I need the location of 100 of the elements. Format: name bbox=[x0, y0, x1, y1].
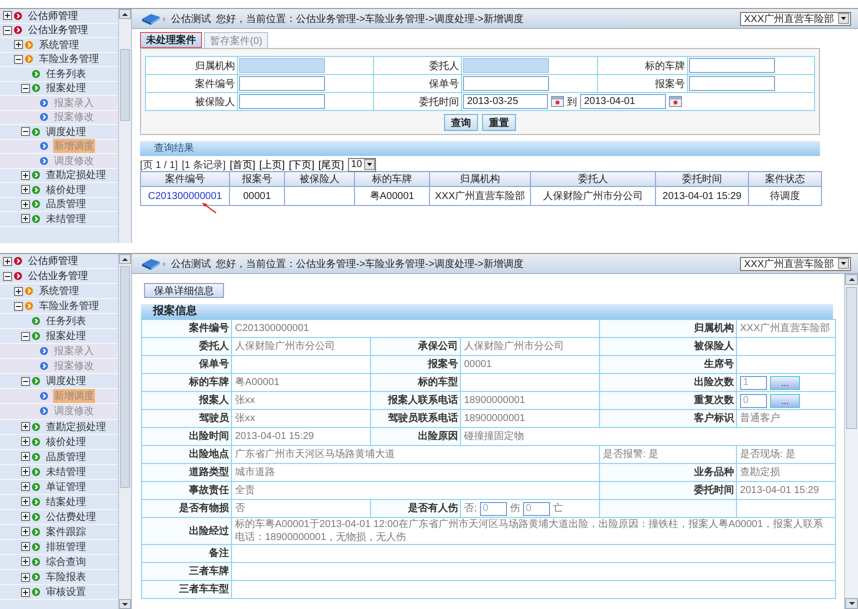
range-separator: 到 bbox=[567, 96, 577, 108]
tree-item[interactable]: 调度处理 bbox=[0, 125, 118, 140]
lookup-button[interactable]: ... bbox=[770, 376, 800, 390]
expand-icon[interactable] bbox=[21, 170, 30, 180]
expand-icon[interactable] bbox=[21, 527, 30, 536]
tree-item[interactable]: 报案处理 bbox=[0, 82, 118, 96]
collapse-icon[interactable] bbox=[3, 26, 12, 35]
collapse-icon[interactable] bbox=[21, 127, 30, 136]
tree-item[interactable]: 车险业务管理 bbox=[0, 52, 118, 67]
pager-link[interactable]: [上页] bbox=[259, 158, 285, 172]
tree-item[interactable]: 未结管理 bbox=[0, 464, 118, 480]
expand-icon[interactable] bbox=[3, 256, 12, 266]
tree-item[interactable]: 排班管理 bbox=[0, 540, 118, 555]
scrollbar[interactable] bbox=[118, 254, 131, 609]
field-label: 出险原因 bbox=[370, 428, 460, 446]
tree-item[interactable]: 案件跟踪 bbox=[0, 524, 118, 540]
column-header: 被保险人 bbox=[284, 172, 354, 186]
tree-item[interactable]: 公估业务管理 bbox=[0, 269, 118, 284]
collapse-icon[interactable] bbox=[14, 302, 23, 311]
tree-item[interactable]: 品质管理 bbox=[0, 198, 118, 212]
page-size-select[interactable]: 10 bbox=[348, 158, 376, 172]
date-field[interactable]: 2013-04-01 bbox=[580, 94, 666, 109]
tree-item[interactable]: 公估师管理 bbox=[0, 254, 118, 270]
branch-select[interactable]: XXX广州直营车险部 bbox=[740, 256, 851, 270]
expand-icon[interactable] bbox=[21, 185, 30, 194]
tree-item[interactable]: 核价处理 bbox=[0, 183, 118, 198]
tree-item[interactable]: 系统管理 bbox=[0, 38, 118, 52]
tree-item[interactable]: 结案处理 bbox=[0, 494, 118, 510]
lookup-button[interactable]: ... bbox=[770, 394, 800, 408]
expand-icon[interactable] bbox=[21, 572, 30, 582]
collapse-icon[interactable] bbox=[3, 272, 12, 281]
pager-link[interactable]: [尾页] bbox=[318, 158, 344, 172]
branch-select[interactable]: XXX广州直营车险部 bbox=[740, 12, 851, 26]
tab[interactable]: 未处理案件 bbox=[140, 32, 202, 48]
pager-link[interactable]: [首页] bbox=[230, 158, 256, 172]
field-value: 人保财险广州市分公司 bbox=[460, 338, 600, 356]
tree-item[interactable]: 核价处理 bbox=[0, 434, 118, 450]
tree-item[interactable]: 任务列表 bbox=[0, 67, 118, 82]
scrollbar[interactable] bbox=[118, 9, 131, 243]
field-label: 报案号 bbox=[370, 356, 460, 374]
expand-icon[interactable] bbox=[21, 588, 30, 597]
tree-item[interactable]: 查勘定损处理 bbox=[0, 168, 118, 183]
field-label: 委托人 bbox=[374, 56, 462, 74]
tree-item[interactable]: 未结管理 bbox=[0, 212, 118, 226]
tree-item[interactable]: 任务列表 bbox=[0, 314, 118, 330]
bullet-icon bbox=[32, 573, 40, 581]
collapse-icon[interactable] bbox=[21, 332, 30, 341]
form-button[interactable]: 重置 bbox=[482, 114, 516, 131]
text-field[interactable] bbox=[689, 58, 775, 73]
tree-item[interactable]: 系统管理 bbox=[0, 284, 118, 300]
expand-icon[interactable] bbox=[21, 467, 30, 476]
expand-icon[interactable] bbox=[21, 512, 30, 522]
tree-item[interactable]: 报案处理 bbox=[0, 329, 118, 344]
scrollbar[interactable] bbox=[844, 274, 858, 609]
field-value: 粤A00001 bbox=[232, 374, 370, 392]
field-value: 标的车粤A00001于2013-04-01 12:00在广东省广州市天河区马场路黄埔大道出险，出险原因：撞铁柱，报案人粤A00001，报案人联系电话：18900000001，无物损，无人伤 bbox=[232, 518, 836, 544]
expand-icon[interactable] bbox=[21, 422, 30, 432]
form-button[interactable]: 查询 bbox=[444, 114, 478, 131]
expand-icon[interactable] bbox=[21, 214, 30, 224]
action-button[interactable]: 保单详细信息 bbox=[144, 283, 224, 298]
field-label: 业务品种 bbox=[600, 464, 737, 482]
field-value: 否; bbox=[464, 502, 477, 515]
tree-item[interactable]: 调度处理 bbox=[0, 374, 118, 390]
tree-item[interactable]: 公估师管理 bbox=[0, 9, 118, 24]
tree-item[interactable]: 公估业务管理 bbox=[0, 24, 118, 38]
tree-item[interactable]: 车险报表 bbox=[0, 570, 118, 586]
expand-icon[interactable] bbox=[21, 200, 30, 209]
expand-icon[interactable] bbox=[21, 557, 30, 566]
expand-icon[interactable] bbox=[21, 437, 30, 446]
tree-item[interactable]: 查勘定损处理 bbox=[0, 420, 118, 435]
bullet-icon bbox=[32, 588, 40, 596]
expand-icon[interactable] bbox=[3, 11, 12, 20]
bullet-icon bbox=[40, 156, 48, 165]
tree-item[interactable]: 综合查询 bbox=[0, 554, 118, 570]
tree-item[interactable]: 品质管理 bbox=[0, 450, 118, 465]
expand-icon[interactable] bbox=[21, 497, 30, 506]
table-cell: 粤A00001 bbox=[354, 186, 430, 206]
expand-icon[interactable] bbox=[21, 452, 30, 462]
field-label: 三者车车型 bbox=[142, 580, 232, 598]
text-field[interactable] bbox=[239, 94, 325, 109]
text-field[interactable] bbox=[689, 76, 775, 91]
collapse-icon[interactable] bbox=[14, 54, 23, 64]
tree-item[interactable]: 车险业务管理 bbox=[0, 299, 118, 314]
date-field[interactable]: 2013-03-25 bbox=[463, 94, 548, 109]
expand-icon[interactable] bbox=[14, 286, 23, 296]
bullet-icon bbox=[25, 55, 33, 64]
expand-icon[interactable] bbox=[14, 40, 23, 50]
text-field[interactable] bbox=[239, 76, 325, 91]
collapse-icon[interactable] bbox=[21, 376, 30, 386]
bullet-icon bbox=[32, 498, 40, 506]
tree-item[interactable]: 公估费处理 bbox=[0, 510, 118, 525]
expand-icon[interactable] bbox=[21, 542, 30, 552]
tree-item[interactable]: 审核设置 bbox=[0, 585, 118, 600]
tree-item[interactable]: 单证管理 bbox=[0, 480, 118, 495]
field-label: 生席号 bbox=[600, 356, 737, 374]
expand-icon[interactable] bbox=[21, 482, 30, 492]
pager-link[interactable]: [下页] bbox=[288, 158, 314, 172]
bullet-icon bbox=[32, 558, 40, 566]
collapse-icon[interactable] bbox=[21, 84, 30, 93]
text-field[interactable] bbox=[463, 76, 549, 91]
